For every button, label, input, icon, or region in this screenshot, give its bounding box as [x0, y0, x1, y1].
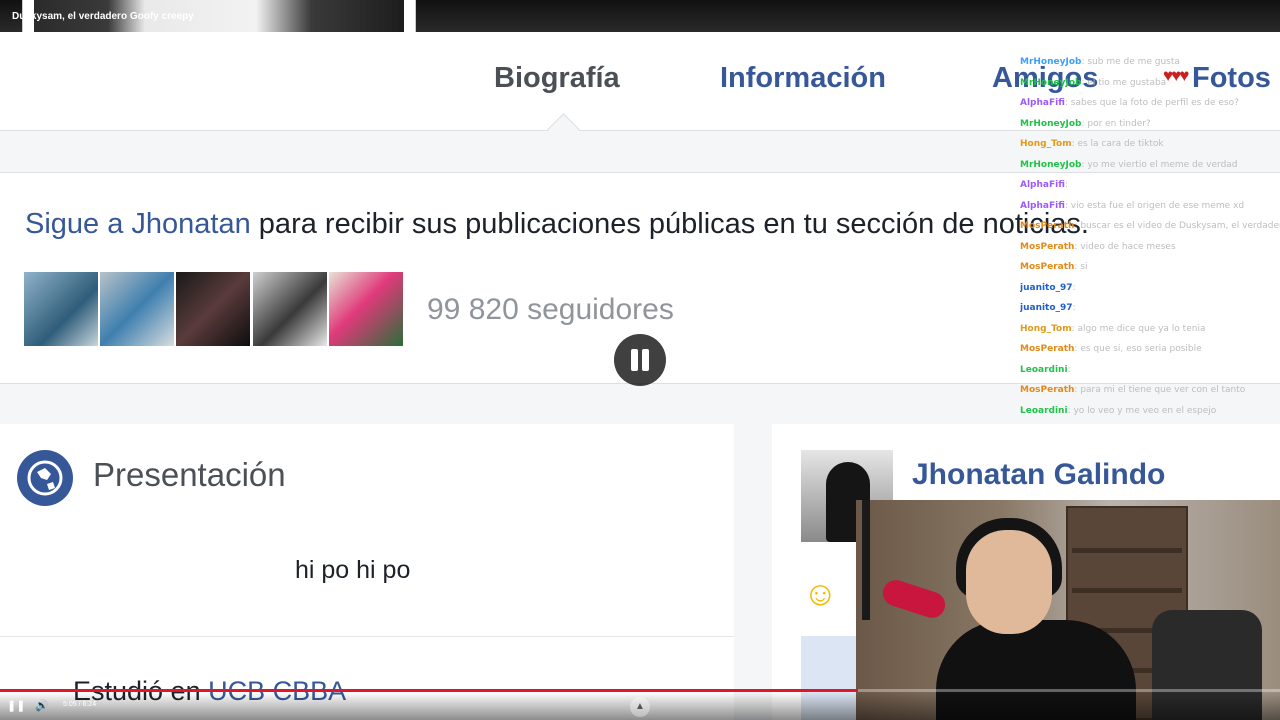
chat-message: juanito_97: [1020, 298, 1280, 319]
chat-message: MosPerath: si [1020, 257, 1280, 278]
chat-text: : [1072, 282, 1076, 293]
chat-text: : [1064, 180, 1068, 190]
chat-username[interactable]: juanito_97 [1020, 283, 1073, 293]
chat-username[interactable]: juanito_97 [1020, 303, 1073, 313]
chat-username[interactable]: MosPerath [1020, 262, 1074, 272]
chat-message: MrHoneyJob: por en tinder? [1020, 114, 1280, 135]
progress-fill [0, 689, 858, 692]
chat-text: : video de hace meses [1074, 241, 1176, 252]
chat-username[interactable]: MosPerath [1020, 242, 1074, 252]
chat-username[interactable]: MosPerath [1020, 221, 1074, 231]
globe-icon [17, 450, 73, 506]
follow-link[interactable]: Sigue a Jhonatan [25, 208, 251, 240]
video-frame: Biografía Información Amigos Fotos Sigue… [0, 0, 1280, 720]
webcam-feed [856, 500, 1280, 720]
chat-text: : el tio me gustaba [1081, 77, 1167, 88]
chat-message: AlphaFifi: vio esta fue el origen de ese… [1020, 196, 1280, 217]
follower-thumb[interactable] [24, 272, 98, 346]
chat-message: Hong_Tom: es la cara de tiktok [1020, 134, 1280, 155]
chat-text: : [1067, 364, 1071, 375]
followers-count: 99 820 seguidores [427, 293, 674, 326]
chat-username[interactable]: Hong_Tom [1020, 139, 1072, 149]
chat-text: : si [1074, 262, 1088, 272]
follower-thumb[interactable] [176, 272, 250, 346]
chat-username[interactable]: Leoardini [1020, 365, 1068, 375]
divider [0, 636, 734, 637]
side-profile-name[interactable]: Jhonatan Galindo [912, 458, 1165, 492]
chat-text: : buscar es el video de Duskysam, el ver… [1074, 221, 1280, 231]
chat-message: MosPerath: buscar es el video de Duskysa… [1020, 216, 1280, 237]
chat-text: : yo me viertio el meme de verdad [1081, 159, 1238, 170]
chat-message: Leoardini: [1020, 360, 1280, 381]
chat-username[interactable]: MrHoneyJob [1020, 160, 1081, 170]
follow-prompt-text: para recibir sus publicaciones públicas … [250, 208, 1089, 240]
chat-message: Leoardini: yo lo veo y me veo en el espe… [1020, 401, 1280, 422]
follow-prompt: Sigue a Jhonatan para recibir sus public… [25, 208, 1089, 241]
pause-button[interactable]: ❚❚ [7, 698, 25, 714]
chat-message: AlphaFifi: sabes que la foto de perfil e… [1020, 93, 1280, 114]
shelf-row [1072, 588, 1182, 593]
chat-text: : es la cara de tiktok [1071, 139, 1164, 149]
chat-text: : para mi el tiene que ver con el tanto [1074, 385, 1246, 395]
chat-message: Hong_Tom: algo me dice que ya lo tenia [1020, 319, 1280, 340]
tab-biografia[interactable]: Biografía [494, 62, 620, 95]
chat-message: MrHoneyJob: yo me viertio el meme de ver… [1020, 155, 1280, 176]
intro-title: Presentación [93, 456, 286, 493]
volume-icon[interactable]: 🔊 [33, 698, 51, 714]
smiley-icon: ☺ [803, 575, 838, 613]
shelf-row [1072, 548, 1182, 553]
chat-text: : es que si, eso seria posible [1074, 344, 1202, 354]
chat-text: : sabes que la foto de perfil es de eso? [1064, 98, 1239, 108]
follower-thumb[interactable] [100, 272, 174, 346]
chat-username[interactable]: MosPerath [1020, 385, 1074, 395]
follower-thumb[interactable] [329, 272, 403, 346]
tab-informacion[interactable]: Información [720, 62, 886, 95]
chat-message: MrHoneyJob: el tio me gustaba [1020, 73, 1280, 94]
chat-username[interactable]: AlphaFifi [1020, 98, 1065, 108]
chat-text: : yo lo veo y me veo en el espejo [1067, 405, 1217, 416]
chat-username[interactable]: MrHoneyJob [1020, 78, 1081, 88]
time-display: 5:05 / 6:24 [63, 701, 97, 708]
chat-username[interactable]: MrHoneyJob [1020, 57, 1081, 67]
chat-text: : vio esta fue el origen de ese meme xd [1064, 200, 1245, 211]
chat-text: : [1072, 303, 1076, 313]
chat-message: MosPerath: para mi el tiene que ver con … [1020, 380, 1280, 401]
chat-username[interactable]: Hong_Tom [1020, 324, 1072, 334]
follower-thumb[interactable] [253, 272, 327, 346]
chat-username[interactable]: MosPerath [1020, 344, 1074, 354]
mic-arm [862, 500, 870, 620]
chat-text: : algo me dice que ya lo tenia [1071, 323, 1206, 334]
chat-message: MosPerath: video de hace meses [1020, 237, 1280, 258]
streamer-face [966, 530, 1052, 634]
chat-message: MrHoneyJob: sub me de me gusta [1020, 52, 1280, 73]
chat-username[interactable]: AlphaFifi [1020, 201, 1065, 211]
chat-overlay: MrHoneyJob: sub me de me gusta MrHoneyJob… [1020, 52, 1280, 450]
chat-message: MosPerath: es que si, eso seria posible [1020, 339, 1280, 360]
chat-username[interactable]: MrHoneyJob [1020, 119, 1081, 129]
chat-message: AlphaFifi: [1020, 175, 1280, 196]
chevron-up-icon[interactable]: ▲ [630, 697, 650, 717]
video-title: Duskysam, el verdadero Goofy creepy [12, 11, 194, 22]
chat-message: juanito_97: [1020, 278, 1280, 299]
chat-username[interactable]: AlphaFifi [1020, 180, 1065, 190]
chat-username[interactable]: Leoardini [1020, 406, 1068, 416]
hearts-icon: ♥♥♥ [1163, 66, 1189, 85]
bio-text: hi po hi po [295, 556, 411, 584]
chat-text: : por en tinder? [1081, 118, 1151, 129]
pause-icon[interactable] [614, 334, 666, 386]
microphone [879, 576, 949, 622]
